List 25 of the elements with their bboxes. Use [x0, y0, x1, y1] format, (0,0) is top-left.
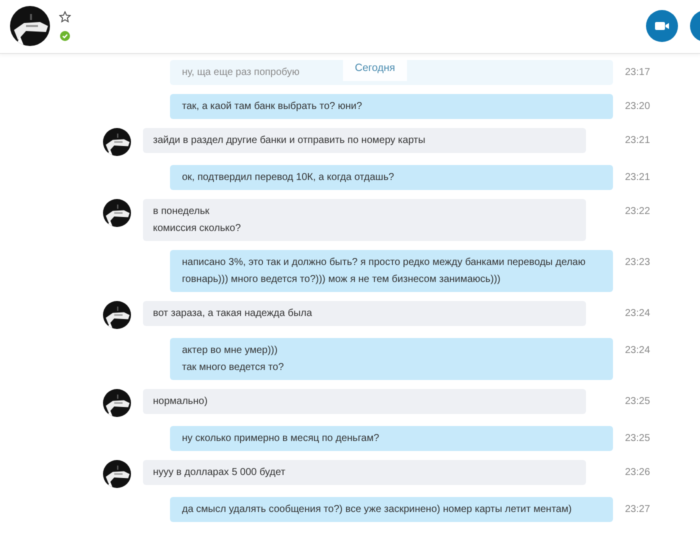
- message-time: 23:22: [625, 205, 650, 219]
- message-bubble: так, а каой там банк выбрать то? юни?: [170, 94, 613, 119]
- message-time: 23:25: [625, 395, 650, 409]
- message-bubble: зайди в раздел другие банки и отправить по номеру карты: [143, 128, 586, 153]
- message-time: 23:26: [625, 466, 650, 480]
- message-bubble: в понедельк комиссия сколько?: [143, 199, 586, 241]
- message-bubble: ну сколько примерно в месяц по деньгам?: [170, 426, 613, 451]
- video-call-button[interactable]: [646, 10, 678, 42]
- message-time: 23:17: [625, 66, 650, 80]
- message-bubble: написано 3%, это так и должно быть? я просто редко между банками переводы делаю говнарь))) много ведется то?))) мож я не тем бизнесом занимаюсь))): [170, 250, 613, 292]
- message-bubble: ок, подтвердил перевод 10К, а когда отдашь?: [170, 165, 613, 190]
- message-bubble: актер во мне умер))) так много ведется то?: [170, 338, 613, 380]
- message-time: 23:23: [625, 256, 650, 270]
- message-bubble: нормально): [143, 389, 586, 414]
- message-time: 23:21: [625, 171, 650, 185]
- message-time: 23:21: [625, 134, 650, 148]
- message-time: 23:20: [625, 100, 650, 114]
- star-icon[interactable]: [59, 11, 71, 23]
- message-time: 23:24: [625, 307, 650, 321]
- message-bubble: вот зараза, а такая надежда была: [143, 301, 586, 326]
- message-bubble: да смысл удалять сообщения то?) все уже заскринено) номер карты летит ментам): [170, 497, 613, 522]
- message-time: 23:25: [625, 432, 650, 446]
- message-time: 23:27: [625, 503, 650, 517]
- message-bubble: нууу в долларах 5 000 будет: [143, 460, 586, 485]
- message-time: 23:24: [625, 344, 650, 358]
